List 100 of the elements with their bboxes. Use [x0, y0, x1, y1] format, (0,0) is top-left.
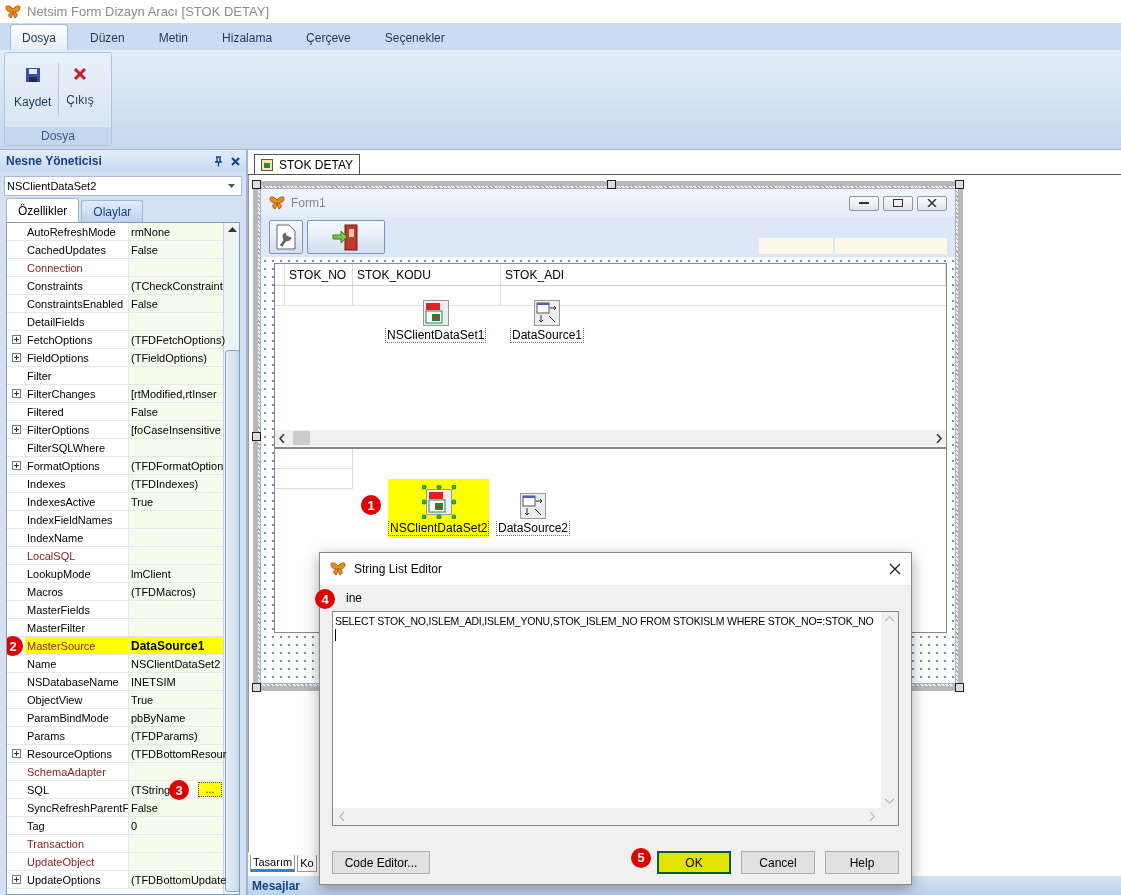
property-name[interactable]: MasterSource	[25, 637, 128, 654]
property-name[interactable]: LocalSQL	[25, 547, 128, 564]
property-name[interactable]: FetchOptions	[25, 331, 128, 348]
property-name[interactable]: Connection	[25, 259, 128, 276]
property-name[interactable]: ConstraintsEnabled	[25, 295, 128, 312]
view-tab[interactable]: Ko	[297, 855, 317, 872]
pin-icon[interactable]	[214, 155, 223, 167]
property-value[interactable]: pbByName	[128, 709, 223, 726]
property-name[interactable]: CachedUpdates	[25, 241, 128, 258]
property-name[interactable]: FormatOptions	[25, 457, 128, 474]
scroll-right-icon[interactable]	[936, 433, 942, 443]
property-name[interactable]: MasterFields	[25, 601, 128, 618]
property-name[interactable]: IndexesActive	[25, 493, 128, 510]
property-name[interactable]: UpdateOptions	[25, 871, 128, 888]
property-value[interactable]: False	[128, 799, 223, 816]
ribbon-tab[interactable]: Seçenekler	[372, 24, 457, 50]
component[interactable]: DataSource2	[496, 493, 571, 536]
view-tab[interactable]: Tasarım	[250, 855, 296, 872]
property-name[interactable]: ParamBindMode	[25, 709, 128, 726]
property-value[interactable]: (TFDFormatOption	[128, 457, 223, 474]
property-name[interactable]: DetailFields	[25, 313, 128, 330]
property-name[interactable]: UpdateObject	[25, 853, 128, 870]
property-name[interactable]: AutoRefreshMode	[25, 223, 128, 240]
exit-button[interactable]	[307, 220, 385, 254]
ribbon-button[interactable]: Kaydet	[7, 57, 59, 123]
property-value[interactable]: [foCaseInsensitive	[128, 421, 223, 438]
property-name[interactable]: Params	[25, 727, 128, 744]
ribbon-tab[interactable]: Çerçeve	[294, 24, 363, 50]
scroll-up-icon[interactable]	[227, 227, 237, 232]
expand-icon[interactable]	[11, 389, 21, 398]
resize-handle[interactable]	[607, 180, 616, 189]
property-name[interactable]: SQL	[25, 781, 128, 798]
property-name[interactable]: ResourceOptions	[25, 745, 128, 762]
close-icon[interactable]	[231, 156, 240, 166]
property-value[interactable]: False	[128, 295, 223, 312]
property-name[interactable]: Transaction	[25, 835, 128, 852]
property-value[interactable]: rmNone	[128, 223, 223, 240]
ellipsis-button[interactable]: ...	[198, 782, 222, 797]
expand-icon[interactable]	[11, 875, 21, 884]
resize-handle[interactable]	[955, 180, 964, 189]
input-field[interactable]	[835, 238, 947, 254]
property-value[interactable]: True	[128, 493, 223, 510]
resize-handle[interactable]	[955, 683, 964, 692]
ribbon-tab[interactable]: Metin	[146, 24, 201, 50]
object-dropdown[interactable]: NSClientDataSet2	[4, 176, 242, 196]
property-value[interactable]: DataSource1	[128, 637, 223, 654]
minimize-button[interactable]	[849, 195, 879, 211]
property-value[interactable]: (TCheckConstraint	[128, 277, 223, 294]
close-icon[interactable]	[889, 563, 901, 575]
text-area[interactable]: SELECT STOK_NO,ISLEM_ADI,ISLEM_YONU,STOK_ISLEM_NO FROM STOKISLM WHERE STOK_NO=:STOK_NO	[332, 611, 899, 826]
component[interactable]: DataSource1	[510, 300, 585, 343]
selected-component[interactable]: NSClientDataSet2	[388, 479, 490, 538]
property-name[interactable]: Constraints	[25, 277, 128, 294]
property-name[interactable]: Filter	[25, 367, 128, 384]
expand-icon[interactable]	[11, 335, 21, 344]
property-value[interactable]: lmClient	[128, 565, 223, 582]
property-value[interactable]: NSClientDataSet2	[128, 655, 223, 672]
expand-icon[interactable]	[11, 461, 21, 470]
dialog-button[interactable]: Help	[825, 851, 899, 874]
ribbon-tab[interactable]: Düzen	[78, 24, 137, 50]
property-value[interactable]: INETSIM	[128, 673, 223, 690]
property-name[interactable]: FilterChanges	[25, 385, 128, 402]
property-name[interactable]: ObjectView	[25, 691, 128, 708]
property-name[interactable]: SchemaAdapter	[25, 763, 128, 780]
property-value[interactable]: (TFDParams)	[128, 727, 223, 744]
property-value[interactable]: (TFDMacros)	[128, 583, 223, 600]
property-name[interactable]: IndexName	[25, 529, 128, 546]
property-name[interactable]: IndexFieldNames	[25, 511, 128, 528]
ribbon-tab[interactable]: Dosya	[10, 24, 68, 50]
resize-handle[interactable]	[252, 180, 261, 189]
property-name[interactable]: Name	[25, 655, 128, 672]
property-name[interactable]: FilterOptions	[25, 421, 128, 438]
property-name[interactable]: FilterSQLWhere	[25, 439, 128, 456]
expand-icon[interactable]	[11, 749, 21, 758]
dialog-button[interactable]: Cancel	[741, 851, 815, 874]
horizontal-scrollbar[interactable]	[275, 430, 946, 446]
inspector-tab[interactable]: Özellikler	[6, 198, 80, 222]
property-name[interactable]: FieldOptions	[25, 349, 128, 366]
property-value[interactable]: (TFDIndexes)	[128, 475, 223, 492]
property-name[interactable]: Macros	[25, 583, 128, 600]
property-name[interactable]: SyncRefreshParentF	[25, 799, 128, 816]
property-value[interactable]: False	[128, 241, 223, 258]
property-name[interactable]: MasterFilter	[25, 619, 128, 636]
document-tab[interactable]: STOK DETAY	[254, 154, 360, 174]
property-value[interactable]: (TFDFetchOptions)	[128, 331, 223, 348]
property-name[interactable]: LookupMode	[25, 565, 128, 582]
property-value[interactable]: False	[128, 403, 223, 420]
close-button[interactable]	[917, 195, 947, 211]
dialog-button[interactable]: Code Editor...	[332, 851, 430, 874]
component[interactable]: NSClientDataSet1	[385, 300, 487, 343]
scroll-left-icon[interactable]	[279, 433, 285, 443]
settings-button[interactable]	[269, 220, 303, 254]
property-value[interactable]: 0	[128, 817, 223, 834]
inspector-tab[interactable]: Olaylar	[81, 200, 144, 222]
maximize-button[interactable]	[883, 195, 913, 211]
expand-icon[interactable]	[11, 353, 21, 362]
property-value[interactable]: (TFieldOptions)	[128, 349, 223, 366]
resize-handle[interactable]	[252, 432, 261, 441]
property-name[interactable]: Tag	[25, 817, 128, 834]
property-name[interactable]: Indexes	[25, 475, 128, 492]
